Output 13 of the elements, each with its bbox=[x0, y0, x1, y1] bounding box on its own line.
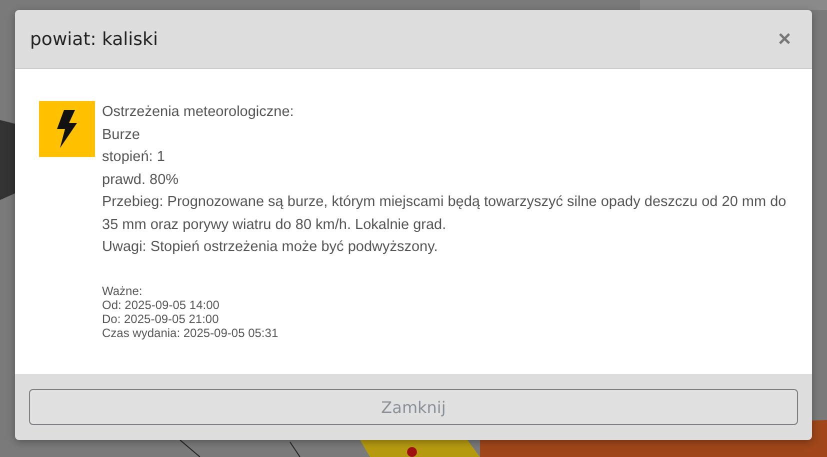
warning-text: stopień: 1 bbox=[102, 148, 166, 167]
validity-text: Od: 2025-09-05 14:00 bbox=[102, 298, 220, 312]
close-dialog-button[interactable]: Zamknij bbox=[29, 389, 798, 425]
warning-text: prawd. 80% bbox=[102, 170, 180, 190]
validity-text: Czas wydania: 2025-09-05 05:31 bbox=[102, 326, 280, 340]
warning-text: Przebieg: Prognozowane są burze, którym miejscami będą towarzyszyć silne opady deszczu od 20 mm do 35 mm oraz porywy wiatru do 80 km/h. Lokalnie grad. bbox=[102, 193, 788, 234]
warning-text: Burze bbox=[102, 126, 141, 144]
dialog-title: powiat: kaliski bbox=[30, 28, 158, 50]
warning-text: Uwagi: Stopień ostrzeżenia może być podwyższony. bbox=[102, 238, 439, 257]
warning-text: Ostrzeżenia meteorologiczne: bbox=[102, 103, 295, 122]
close-button[interactable]: × bbox=[772, 28, 797, 50]
validity-text: Ważne: bbox=[102, 284, 144, 298]
validity-text: Do: 2025-09-05 21:00 bbox=[102, 312, 220, 326]
